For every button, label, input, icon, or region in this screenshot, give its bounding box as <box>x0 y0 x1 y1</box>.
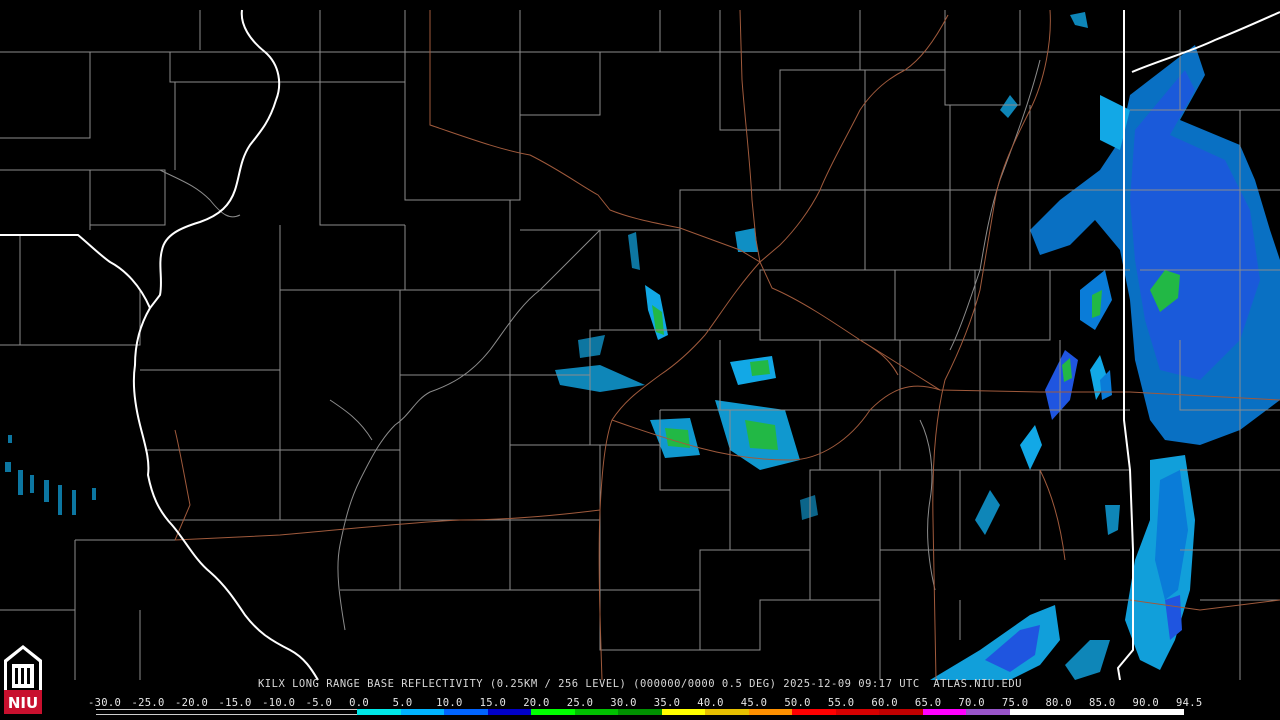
radar-map: NIU <box>0 0 1280 720</box>
legend-label: 90.0 <box>1132 697 1159 709</box>
legend-label: 40.0 <box>697 697 724 709</box>
colorbar-segment <box>226 709 271 715</box>
colorbar-segment <box>618 709 662 715</box>
legend-label: -30.0 <box>88 697 122 709</box>
legend-label: -5.0 <box>305 697 333 709</box>
colorbar-segment <box>574 709 619 715</box>
legend-label: -20.0 <box>175 697 209 709</box>
reflectivity-colorbar <box>96 709 1184 715</box>
legend-label: 50.0 <box>784 697 811 709</box>
legend-label: -10.0 <box>262 697 296 709</box>
colorbar-segment <box>270 709 314 715</box>
colorbar-segment <box>313 709 358 715</box>
colorbar-segment <box>487 709 532 715</box>
legend-label: 5.0 <box>392 697 413 709</box>
colorbar-segment <box>1140 709 1184 715</box>
legend-label: 10.0 <box>436 697 463 709</box>
legend-label: 55.0 <box>827 697 855 709</box>
colorbar-segment <box>1096 709 1141 715</box>
legend-label: 60.0 <box>871 697 898 709</box>
legend-label: 45.0 <box>740 697 768 709</box>
legend-label: 75.0 <box>1001 697 1029 709</box>
colorbar-segment <box>183 709 227 715</box>
colorbar-segment <box>661 709 706 715</box>
colorbar-segment <box>1009 709 1054 715</box>
legend-labels: -30.0 -25.0 -20.0 -15.0 -10.0 -5.0 0.0 5.0 10.0 1… <box>88 697 1202 709</box>
legend-label: 30.0 <box>610 697 637 709</box>
colorbar-segment <box>1053 709 1097 715</box>
colorbar-segment <box>139 709 184 715</box>
legend-label: 70.0 <box>958 697 985 709</box>
legend-label: 20.0 <box>523 697 550 709</box>
legend-label: -15.0 <box>218 697 252 709</box>
legend-label: 85.0 <box>1088 697 1116 709</box>
niu-logo-text: NIU <box>8 694 38 712</box>
legend-label: 0.0 <box>349 697 369 709</box>
legend-label: 65.0 <box>914 697 942 709</box>
colorbar-segment <box>748 709 793 715</box>
colorbar-segment <box>922 709 967 715</box>
colorbar-segment <box>792 709 836 715</box>
colorbar-segment <box>966 709 1010 715</box>
colorbar-segment <box>705 709 749 715</box>
colorbar-segment <box>96 709 140 715</box>
colorbar-segment <box>835 709 880 715</box>
legend-label: 15.0 <box>479 697 507 709</box>
legend-label: 80.0 <box>1045 697 1072 709</box>
legend-label: 35.0 <box>653 697 681 709</box>
colorbar-segment <box>444 709 488 715</box>
colorbar-segment <box>400 709 445 715</box>
legend-label: 94.5 <box>1176 697 1203 709</box>
colorbar-segment <box>879 709 923 715</box>
product-title: KILX LONG RANGE BASE REFLECTIVITY (0.25K… <box>257 678 1022 690</box>
legend-label: -25.0 <box>131 697 165 709</box>
colorbar-segment <box>357 709 401 715</box>
legend-label: 25.0 <box>566 697 594 709</box>
colorbar-segment <box>531 709 575 715</box>
